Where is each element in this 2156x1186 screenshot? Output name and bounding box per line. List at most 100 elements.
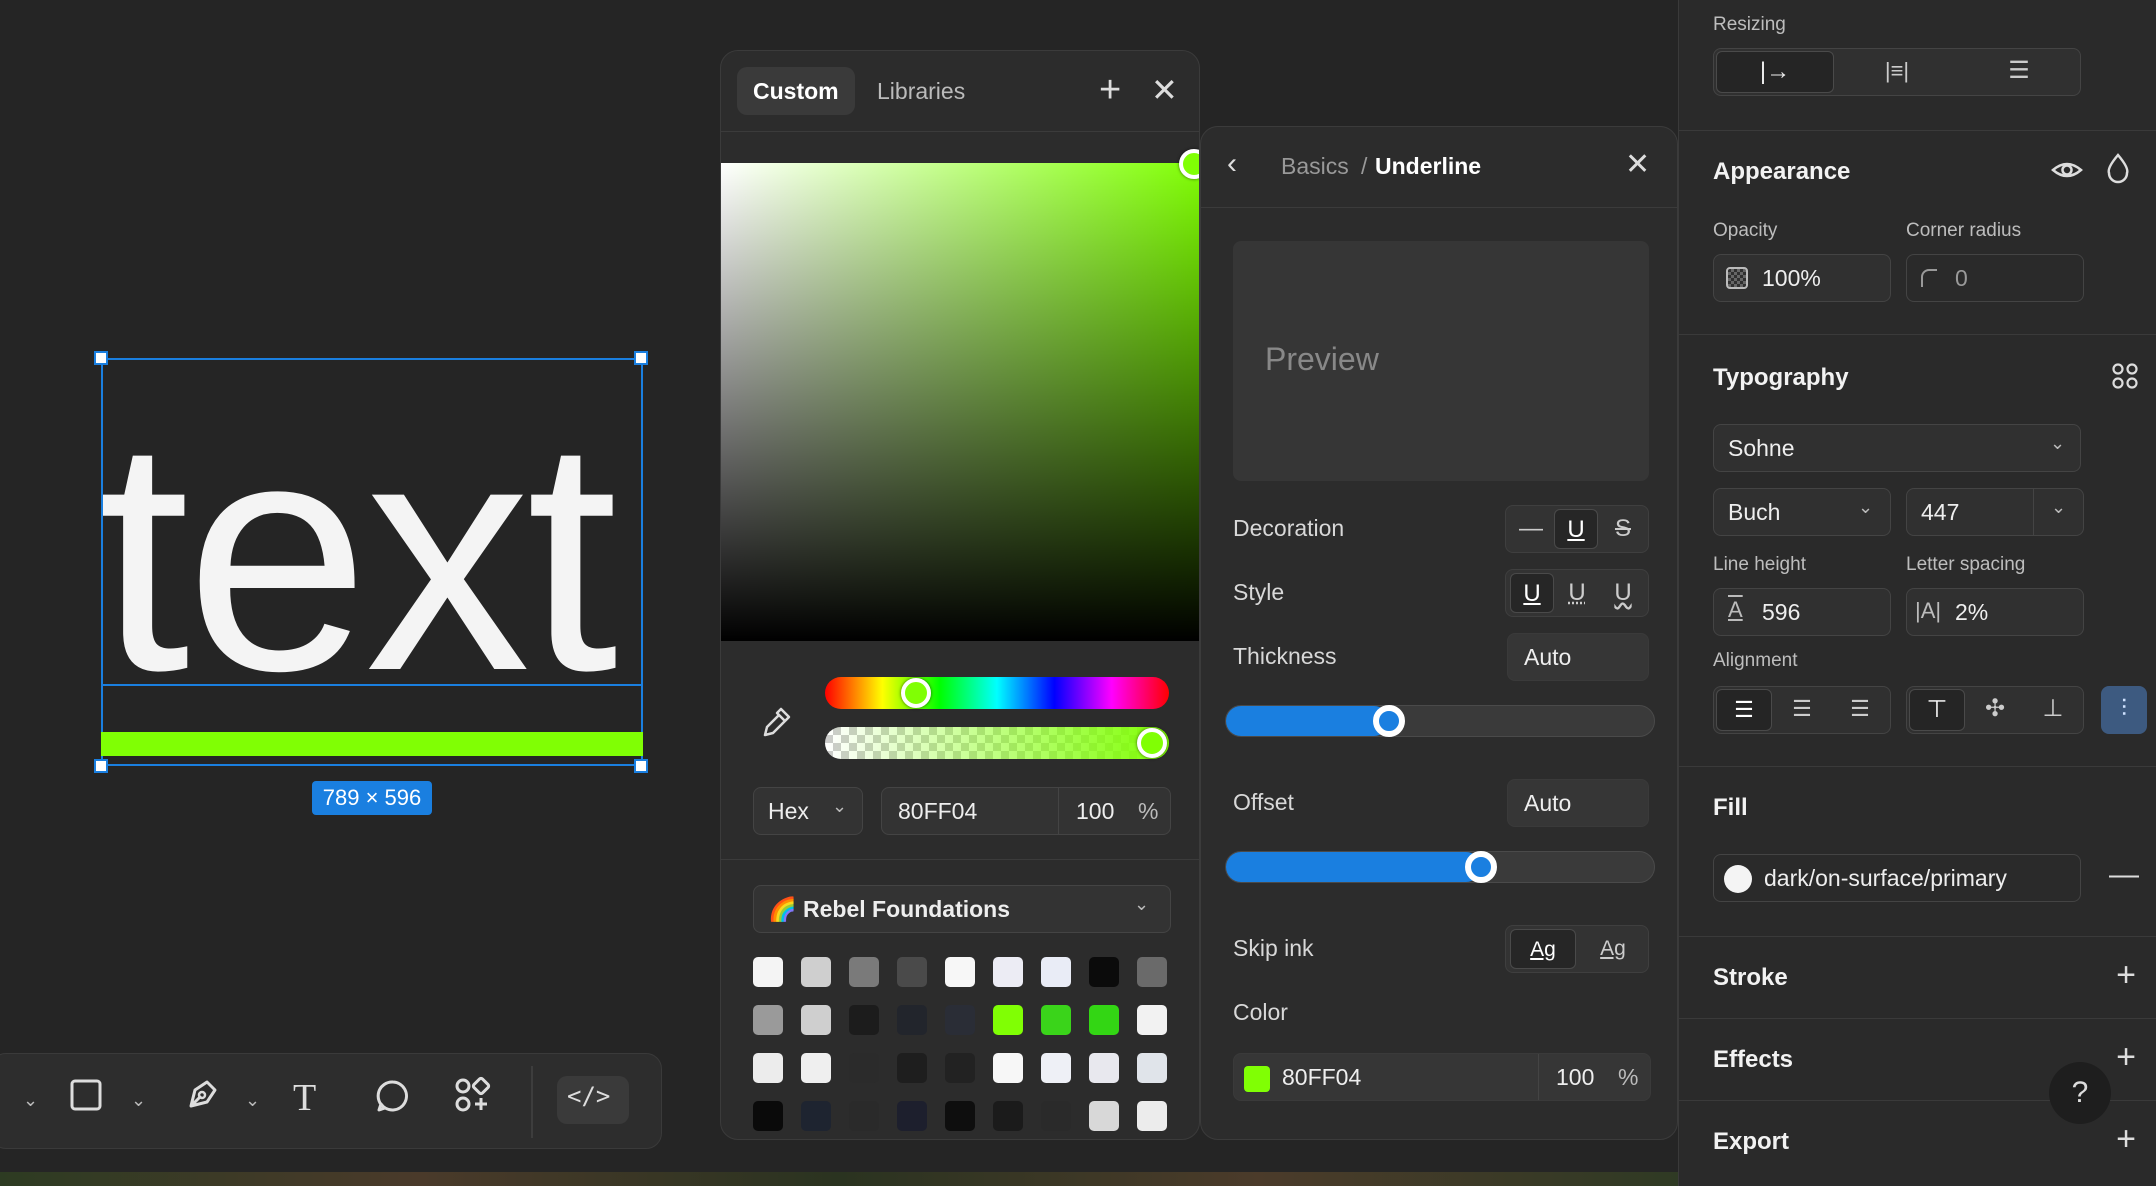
chevron-down-icon[interactable]: ⌄ <box>23 1090 38 1111</box>
thickness-slider[interactable] <box>1225 705 1655 737</box>
color-swatch[interactable] <box>849 1005 879 1035</box>
close-icon[interactable]: ✕ <box>1151 71 1178 109</box>
font-style-select[interactable]: Buch ⌄ <box>1713 488 1891 536</box>
color-swatch[interactable] <box>753 957 783 987</box>
align-middle-icon[interactable]: ✣ <box>1967 689 2023 731</box>
color-swatch[interactable] <box>1137 1005 1167 1035</box>
color-swatch[interactable] <box>849 957 879 987</box>
tab-libraries[interactable]: Libraries <box>861 67 981 115</box>
color-swatch[interactable] <box>1089 1101 1119 1131</box>
color-swatch[interactable] <box>897 1053 927 1083</box>
color-swatch[interactable] <box>897 1101 927 1131</box>
resize-handle-top-right[interactable] <box>634 351 648 365</box>
resize-fixed-width-icon[interactable]: |→ <box>1716 51 1834 93</box>
color-swatch[interactable] <box>1137 957 1167 987</box>
color-swatch[interactable] <box>945 1005 975 1035</box>
offset-input[interactable]: Auto <box>1507 779 1649 827</box>
drop-icon[interactable] <box>2105 152 2131 189</box>
color-swatch[interactable] <box>849 1053 879 1083</box>
corner-radius-input[interactable]: 0 <box>1906 254 2084 302</box>
color-swatch[interactable] <box>801 1053 831 1083</box>
alpha-handle[interactable] <box>1137 728 1167 758</box>
color-swatch[interactable] <box>1089 1005 1119 1035</box>
add-stroke-icon[interactable]: + <box>2116 956 2136 995</box>
color-swatch[interactable] <box>1244 1066 1270 1092</box>
dev-mode-toggle[interactable]: </> <box>557 1076 629 1124</box>
style-dotted-icon[interactable]: U <box>1556 573 1598 613</box>
text-tool-icon[interactable]: T <box>293 1076 316 1120</box>
comment-tool-icon[interactable] <box>375 1078 411 1122</box>
add-icon[interactable]: + <box>1099 69 1121 112</box>
color-swatch[interactable] <box>1041 957 1071 987</box>
color-swatch[interactable] <box>1137 1101 1167 1131</box>
color-swatch[interactable] <box>1041 1005 1071 1035</box>
decoration-underline-icon[interactable]: U <box>1554 509 1598 549</box>
align-right-icon[interactable]: ☰ <box>1832 689 1888 731</box>
font-family-select[interactable]: Sohne ⌄ <box>1713 424 2081 472</box>
chevron-down-icon[interactable]: ⌄ <box>245 1090 260 1111</box>
decoration-strikethrough-icon[interactable]: S <box>1602 509 1644 549</box>
color-swatch[interactable] <box>945 957 975 987</box>
offset-slider-handle[interactable] <box>1465 851 1497 883</box>
color-swatch[interactable] <box>945 1101 975 1131</box>
resize-auto-height-icon[interactable]: |≡| <box>1838 51 1956 93</box>
help-button[interactable]: ? <box>2049 1062 2111 1124</box>
align-top-icon[interactable]: ⊤ <box>1909 689 1965 731</box>
style-solid-icon[interactable]: U <box>1510 573 1554 613</box>
chevron-down-icon[interactable]: ⌄ <box>2051 497 2066 518</box>
resize-handle-top-left[interactable] <box>94 351 108 365</box>
color-swatch[interactable] <box>801 1101 831 1131</box>
back-chevron-icon[interactable]: ‹ <box>1227 147 1237 181</box>
type-settings-icon[interactable] <box>2111 362 2139 395</box>
color-swatch[interactable] <box>849 1101 879 1131</box>
add-export-icon[interactable]: + <box>2116 1120 2136 1159</box>
remove-fill-icon[interactable]: — <box>2109 858 2139 892</box>
style-wavy-icon[interactable]: U <box>1602 573 1644 613</box>
color-swatch[interactable] <box>993 1053 1023 1083</box>
align-center-icon[interactable]: ☰ <box>1774 689 1830 731</box>
color-swatch[interactable] <box>801 957 831 987</box>
fill-style-chip[interactable]: dark/on-surface/primary <box>1713 854 2081 902</box>
color-swatch[interactable] <box>753 1005 783 1035</box>
underline-color-input[interactable]: 80FF04 100 % <box>1233 1053 1651 1101</box>
color-swatch[interactable] <box>753 1101 783 1131</box>
color-swatch[interactable] <box>1041 1101 1071 1131</box>
library-select[interactable]: 🌈 Rebel Foundations ⌄ <box>753 885 1171 933</box>
hex-input[interactable]: 80FF04 100 % <box>881 787 1171 835</box>
resize-auto-width-icon[interactable]: ☰ <box>1960 51 2078 93</box>
skip-ink-off[interactable]: Ag <box>1580 929 1646 969</box>
color-swatch[interactable] <box>801 1005 831 1035</box>
alpha-slider[interactable] <box>825 727 1169 759</box>
hue-slider[interactable] <box>825 677 1169 709</box>
color-swatch[interactable] <box>945 1053 975 1083</box>
thickness-input[interactable]: Auto <box>1507 633 1649 681</box>
color-swatch[interactable] <box>993 1101 1023 1131</box>
resize-handle-bottom-right[interactable] <box>634 759 648 773</box>
align-left-icon[interactable]: ☰ <box>1716 689 1772 731</box>
color-swatch[interactable] <box>993 1005 1023 1035</box>
color-swatch[interactable] <box>993 957 1023 987</box>
close-icon[interactable]: ✕ <box>1625 147 1650 182</box>
skip-ink-on[interactable]: Ag <box>1510 929 1576 969</box>
canvas-text[interactable]: text <box>98 390 618 720</box>
rectangle-tool-icon[interactable] <box>69 1078 103 1120</box>
pen-tool-icon[interactable] <box>185 1076 221 1120</box>
eye-icon[interactable] <box>2051 154 2083 191</box>
color-swatch[interactable] <box>1137 1053 1167 1083</box>
color-swatch[interactable] <box>1089 957 1119 987</box>
color-format-select[interactable]: Hex ⌄ <box>753 787 863 835</box>
color-swatch[interactable] <box>1089 1053 1119 1083</box>
opacity-value[interactable]: 100 <box>1076 798 1114 825</box>
tab-custom[interactable]: Custom <box>737 67 855 115</box>
eyedropper-icon[interactable] <box>759 705 793 744</box>
letter-spacing-input[interactable]: |A| 2% <box>1906 588 2084 636</box>
chevron-down-icon[interactable]: ⌄ <box>131 1090 146 1111</box>
color-swatch[interactable] <box>897 1005 927 1035</box>
add-effect-icon[interactable]: + <box>2116 1038 2136 1077</box>
offset-slider[interactable] <box>1225 851 1655 883</box>
color-swatch[interactable] <box>753 1053 783 1083</box>
underline-color-opacity[interactable]: 100 <box>1556 1064 1594 1091</box>
saturation-value-area[interactable] <box>721 163 1199 641</box>
font-size-input[interactable]: 447 ⌄ <box>1906 488 2084 536</box>
line-height-input[interactable]: A 596 <box>1713 588 1891 636</box>
